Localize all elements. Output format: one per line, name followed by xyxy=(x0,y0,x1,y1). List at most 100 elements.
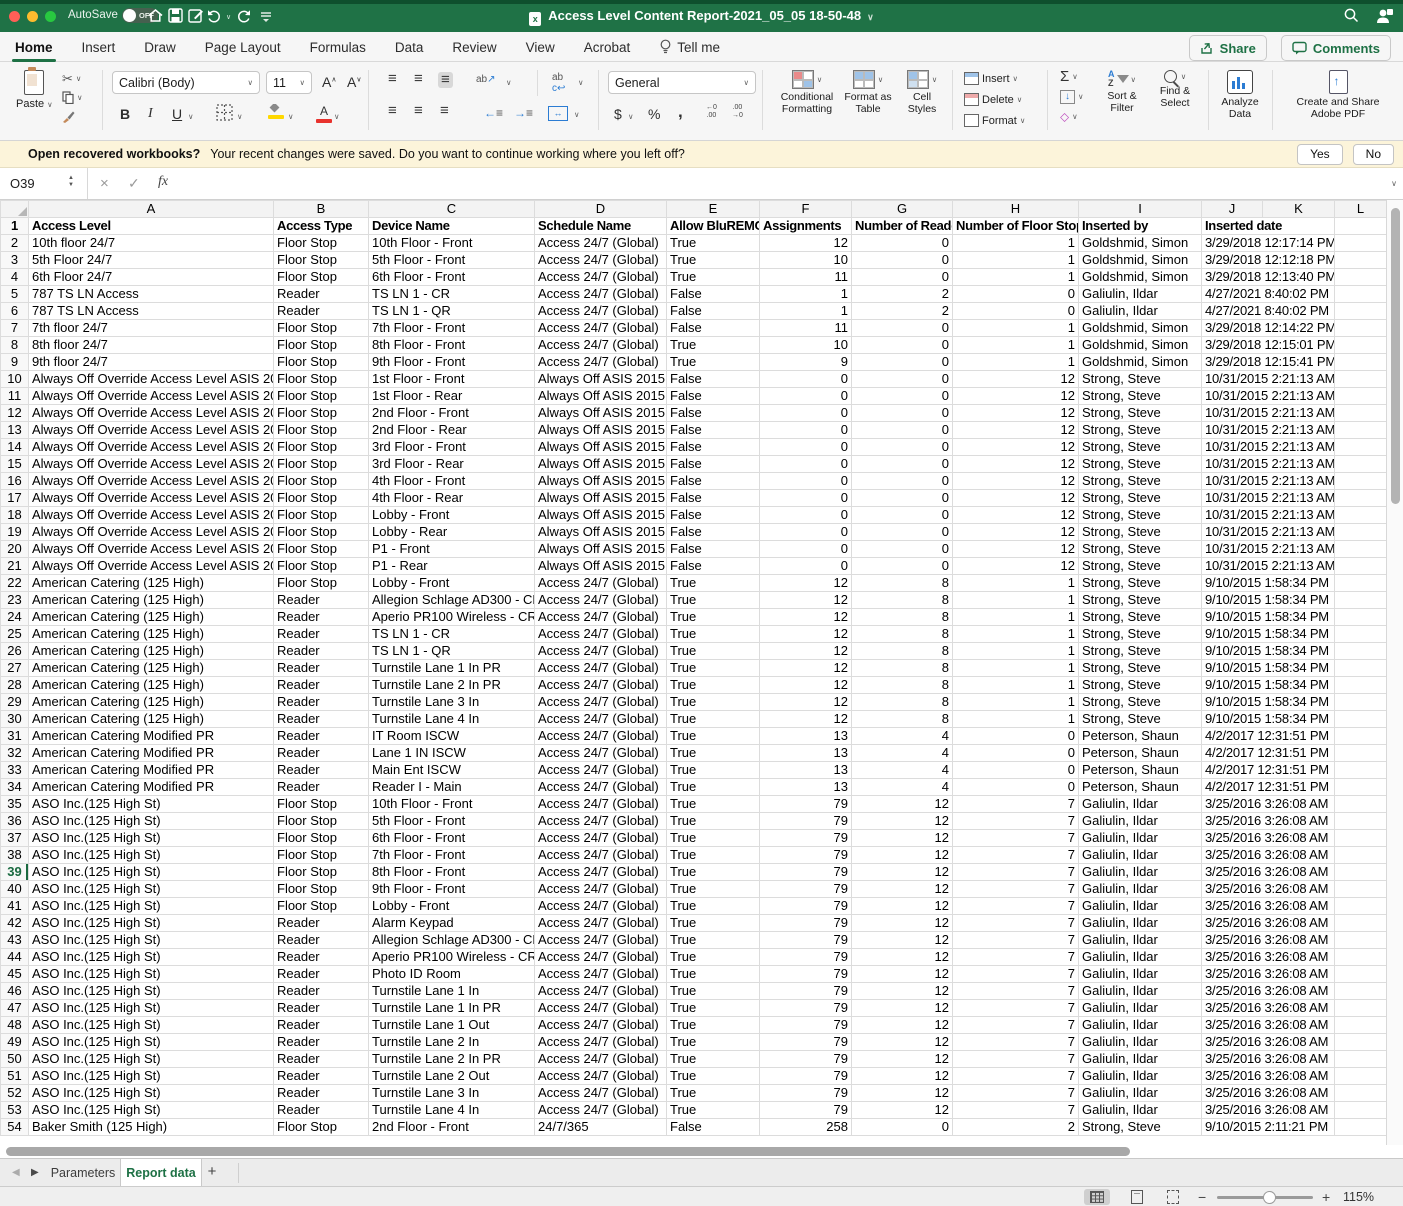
cell[interactable]: Alarm Keypad xyxy=(369,915,535,932)
cell[interactable] xyxy=(1335,643,1387,660)
cell[interactable]: Turnstile Lane 1 In xyxy=(369,983,535,1000)
paste-button[interactable]: Paste∨ xyxy=(16,70,53,110)
cell[interactable] xyxy=(1335,1119,1387,1136)
cell[interactable]: 9th floor 24/7 xyxy=(29,354,274,371)
page-layout-view-button[interactable] xyxy=(1124,1189,1150,1205)
column-header[interactable]: L xyxy=(1335,201,1387,218)
row-header[interactable]: 45 xyxy=(1,966,29,983)
cell[interactable]: Strong, Steve xyxy=(1079,1119,1202,1136)
cell[interactable]: Turnstile Lane 2 In PR xyxy=(369,1051,535,1068)
cell[interactable]: American Catering (125 High) xyxy=(29,694,274,711)
cell[interactable]: Goldshmid, Simon xyxy=(1079,354,1202,371)
cell[interactable]: 13 xyxy=(760,779,852,796)
cell[interactable]: 0 xyxy=(953,286,1079,303)
cell[interactable] xyxy=(1335,932,1387,949)
find-select-button[interactable]: ∨ Find & Select xyxy=(1152,70,1198,109)
cell[interactable]: 787 TS LN Access xyxy=(29,303,274,320)
cell[interactable]: Photo ID Room xyxy=(369,966,535,983)
cell[interactable]: 4 xyxy=(852,745,953,762)
cell[interactable]: True xyxy=(667,813,760,830)
cell[interactable]: 12 xyxy=(852,966,953,983)
cell-styles-button[interactable]: ∨ Cell Styles xyxy=(898,70,946,115)
cell[interactable]: Reader xyxy=(274,728,369,745)
cell[interactable]: 12 xyxy=(760,660,852,677)
cell[interactable]: Device Name xyxy=(369,218,535,235)
cell[interactable]: 79 xyxy=(760,915,852,932)
cell[interactable]: Strong, Steve xyxy=(1079,405,1202,422)
cell[interactable]: True xyxy=(667,949,760,966)
row-header[interactable]: 43 xyxy=(1,932,29,949)
cell[interactable] xyxy=(1335,1034,1387,1051)
cell[interactable]: Inserted date xyxy=(1202,218,1335,235)
cell[interactable] xyxy=(1335,218,1387,235)
sheet-tab-parameters[interactable]: Parameters xyxy=(46,1159,120,1186)
cell[interactable]: 9/10/2015 2:11:21 PM xyxy=(1202,1119,1335,1136)
cell[interactable]: 3/25/2016 3:26:08 AM xyxy=(1202,881,1335,898)
cell[interactable] xyxy=(1335,779,1387,796)
cell[interactable]: 7 xyxy=(953,1051,1079,1068)
row-header[interactable]: 31 xyxy=(1,728,29,745)
cell[interactable]: 8 xyxy=(852,643,953,660)
cell[interactable]: Goldshmid, Simon xyxy=(1079,252,1202,269)
cell[interactable]: 3/25/2016 3:26:08 AM xyxy=(1202,864,1335,881)
delete-cells-button[interactable]: Delete∨ xyxy=(964,91,1025,108)
copy-button[interactable]: ∨ xyxy=(62,89,83,106)
cell[interactable] xyxy=(1335,694,1387,711)
name-box[interactable]: O39 xyxy=(0,168,88,199)
cell[interactable]: Always Off Override Access Level ASIS 20… xyxy=(29,388,274,405)
row-header[interactable]: 37 xyxy=(1,830,29,847)
increase-indent-button[interactable]: →≡ xyxy=(514,106,533,120)
cell[interactable]: 7 xyxy=(953,966,1079,983)
cell[interactable]: 12 xyxy=(852,983,953,1000)
align-center-button[interactable]: ≡ xyxy=(414,104,423,118)
cell[interactable]: True xyxy=(667,762,760,779)
cell[interactable]: Floor Stop xyxy=(274,490,369,507)
cell[interactable]: Access 24/7 (Global) xyxy=(535,354,667,371)
orientation-button[interactable]: ab↗ xyxy=(476,74,496,85)
cell[interactable]: Access 24/7 (Global) xyxy=(535,847,667,864)
row-header[interactable]: 3 xyxy=(1,252,29,269)
cell[interactable]: 0 xyxy=(760,524,852,541)
cell[interactable]: 1 xyxy=(760,303,852,320)
cell[interactable]: 3/29/2018 12:17:14 PM xyxy=(1202,235,1335,252)
cell[interactable]: ASO Inc.(125 High St) xyxy=(29,1034,274,1051)
cell[interactable]: 7 xyxy=(953,1102,1079,1119)
cell[interactable]: 12 xyxy=(852,898,953,915)
cell[interactable]: ASO Inc.(125 High St) xyxy=(29,983,274,1000)
row-header[interactable]: 52 xyxy=(1,1085,29,1102)
cell[interactable]: 12 xyxy=(953,507,1079,524)
cell[interactable]: Always Off ASIS 2015 xyxy=(535,473,667,490)
increase-font-size-button[interactable]: A∧ xyxy=(322,74,336,90)
cell[interactable]: 1 xyxy=(953,660,1079,677)
cell[interactable]: Turnstile Lane 4 In xyxy=(369,1102,535,1119)
cell[interactable]: Access 24/7 (Global) xyxy=(535,269,667,286)
cell[interactable]: 0 xyxy=(852,1119,953,1136)
cell[interactable]: 79 xyxy=(760,1085,852,1102)
cell[interactable]: 5th Floor 24/7 xyxy=(29,252,274,269)
cell[interactable]: Lobby - Rear xyxy=(369,524,535,541)
cell[interactable]: Turnstile Lane 3 In xyxy=(369,694,535,711)
cell[interactable]: False xyxy=(667,558,760,575)
clear-button[interactable]: ⬦∨ xyxy=(1060,108,1084,125)
cell[interactable]: Access 24/7 (Global) xyxy=(535,575,667,592)
cell[interactable] xyxy=(1335,949,1387,966)
cell[interactable]: 10/31/2015 2:21:13 AM xyxy=(1202,507,1335,524)
add-sheet-button[interactable]: + xyxy=(200,1163,224,1180)
cell[interactable]: 10th Floor - Front xyxy=(369,796,535,813)
sort-filter-button[interactable]: AZ ∨ Sort & Filter xyxy=(1098,70,1146,114)
cell[interactable]: Assignments xyxy=(760,218,852,235)
row-header[interactable]: 32 xyxy=(1,745,29,762)
column-header[interactable]: K xyxy=(1263,201,1335,218)
align-middle-button[interactable]: ≡ xyxy=(414,72,423,86)
cell[interactable]: True xyxy=(667,1034,760,1051)
cell[interactable]: Goldshmid, Simon xyxy=(1079,320,1202,337)
column-header[interactable]: B xyxy=(274,201,369,218)
cell[interactable] xyxy=(1335,728,1387,745)
row-header[interactable]: 30 xyxy=(1,711,29,728)
cell[interactable]: 79 xyxy=(760,1102,852,1119)
cell[interactable]: 2nd Floor - Rear xyxy=(369,422,535,439)
cell[interactable]: ASO Inc.(125 High St) xyxy=(29,1017,274,1034)
cell[interactable] xyxy=(1335,677,1387,694)
cell[interactable]: Always Off Override Access Level ASIS 20… xyxy=(29,507,274,524)
cell[interactable]: Reader xyxy=(274,1068,369,1085)
